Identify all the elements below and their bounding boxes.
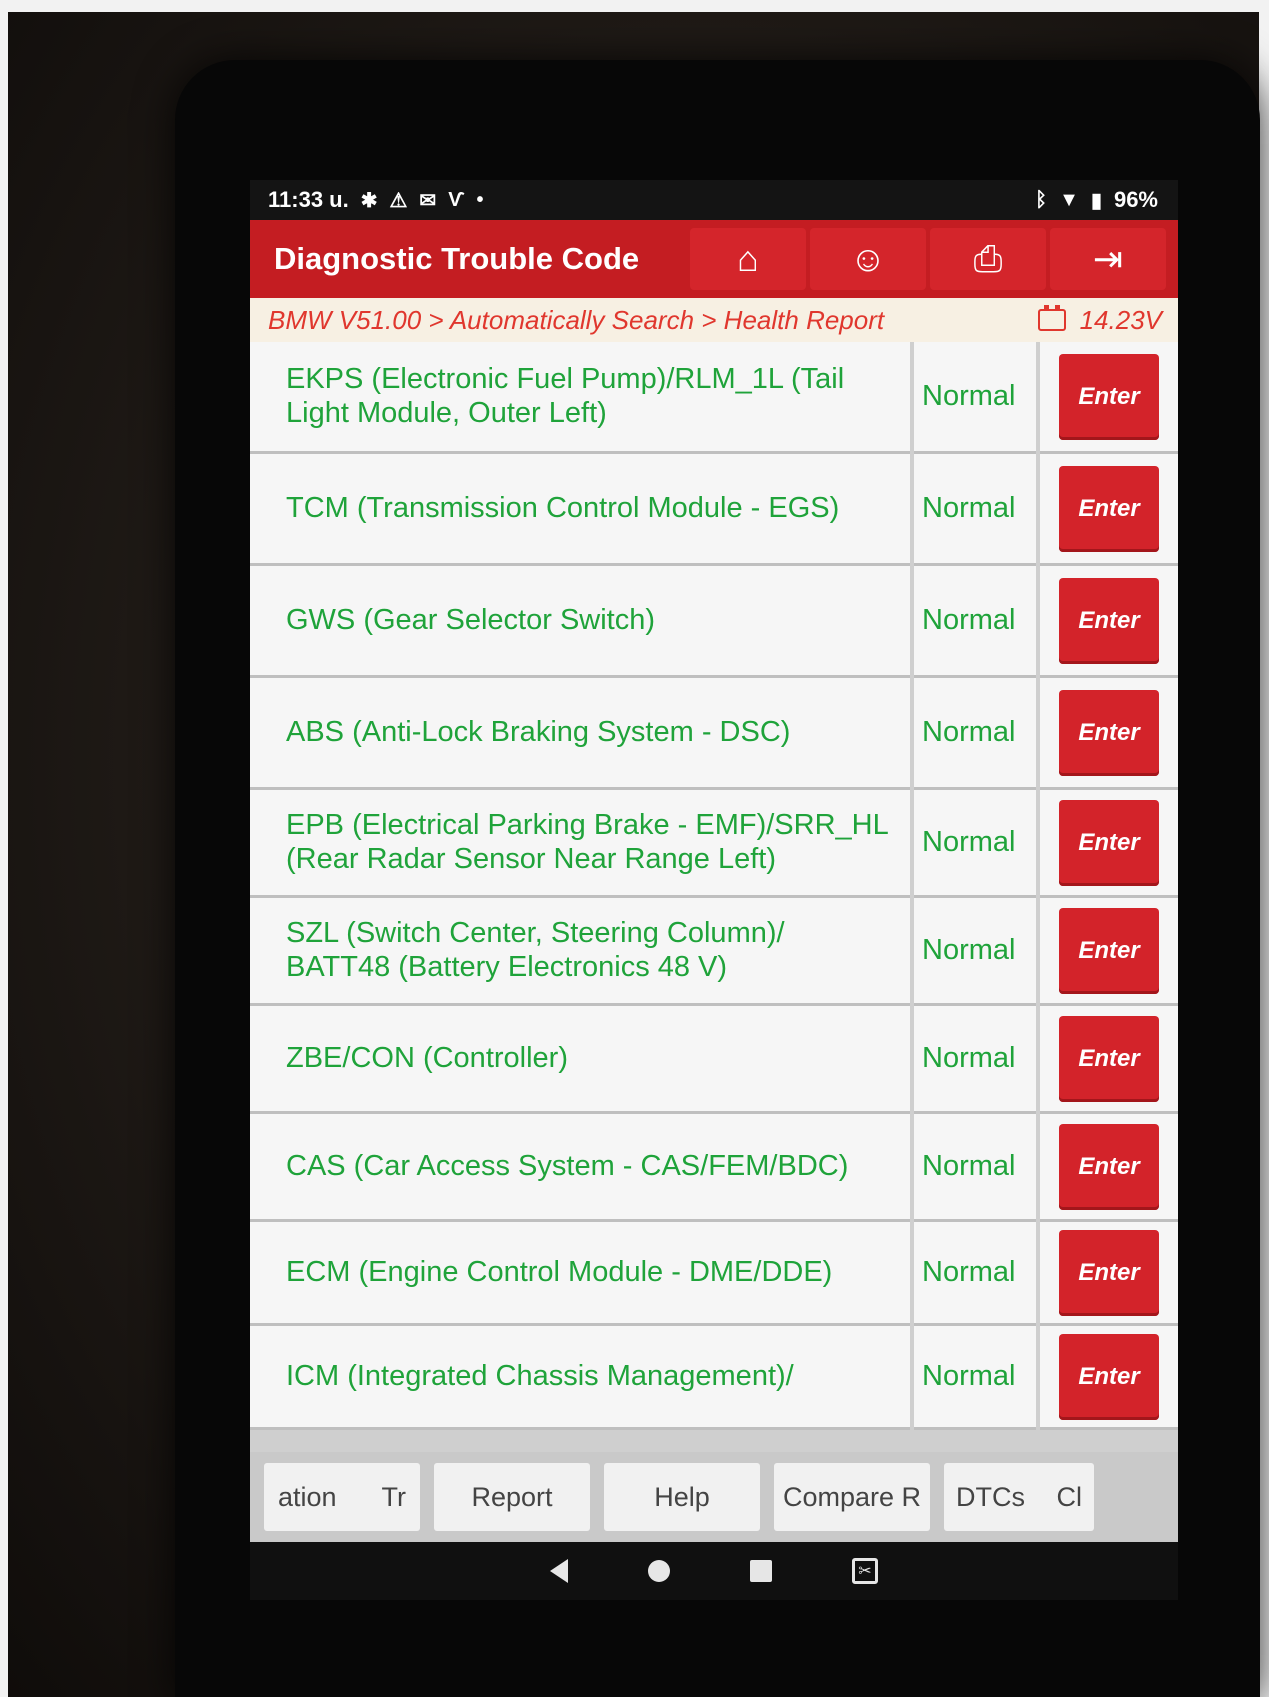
breadcrumb-path: BMW V51.00 > Automatically Search > Heal… — [268, 304, 885, 335]
recents-icon[interactable] — [750, 1560, 772, 1582]
support-button[interactable]: ☺ — [810, 228, 926, 290]
enter-button[interactable]: Enter — [1059, 1015, 1159, 1102]
module-name: ZBE/CON (Controller) — [250, 1006, 910, 1114]
module-status: Normal — [914, 1326, 1036, 1430]
table-row: GWS (Gear Selector Switch) Normal Enter — [250, 566, 1178, 678]
android-nav-bar: ✂ — [250, 1542, 1178, 1600]
voltage-value: 14.23V — [1079, 304, 1162, 335]
module-name: ABS (Anti-Lock Braking System - DSC) — [250, 678, 910, 790]
module-name: EKPS (Electronic Fuel Pump)/RLM_1L (Tail… — [250, 342, 910, 454]
table-row: ZBE/CON (Controller) Normal Enter — [250, 1006, 1178, 1114]
toolbar-label-b: Tr — [381, 1481, 406, 1512]
dot-icon: • — [476, 188, 484, 211]
module-status: Normal — [914, 790, 1036, 898]
module-name: ECM (Engine Control Module - DME/DDE) — [250, 1222, 910, 1326]
toolbar-button-partial-right[interactable]: DTCs Cl — [944, 1463, 1094, 1531]
home-circle-icon[interactable] — [648, 1560, 670, 1582]
module-status: Normal — [914, 454, 1036, 566]
home-icon: ⌂ — [737, 238, 759, 279]
enter-button[interactable]: Enter — [1059, 465, 1159, 552]
module-name: TCM (Transmission Control Module - EGS) — [250, 454, 910, 566]
photo-edge-top — [0, 0, 1269, 12]
compare-report-button[interactable]: Compare R — [774, 1463, 930, 1531]
toolbar-label-a: ation — [278, 1481, 337, 1512]
device-screen: 11:33 u. ✱ ⚠ ✉ Ѵ • ᛒ ▼ ▮ 96% Diagnostic … — [250, 180, 1178, 1600]
toolbar-label-clear: Cl — [1056, 1481, 1083, 1512]
enter-button[interactable]: Enter — [1059, 907, 1159, 994]
triangle-warning-icon: ⚠ — [389, 189, 408, 212]
toolbar-label-dtcs: DTCs — [956, 1481, 1025, 1512]
bluetooth-icon: ᛒ — [1035, 188, 1048, 211]
photo-edge-right — [1259, 0, 1269, 1697]
voltage-indicator: 14.23V — [1037, 304, 1162, 336]
enter-button[interactable]: Enter — [1059, 1123, 1159, 1210]
toolbar-button-partial-left[interactable]: ation Tr — [264, 1463, 420, 1531]
bottom-toolbar[interactable]: ation Tr Report Help Compare R DTCs Cl — [250, 1452, 1178, 1542]
status-time: 11:33 u. — [268, 187, 349, 212]
screenshot-icon[interactable]: ✂ — [852, 1558, 878, 1584]
wifi-icon: ▼ — [1059, 188, 1079, 211]
battery-level: 96% — [1113, 187, 1158, 212]
module-name: ICM (Integrated Chassis Management)/ — [250, 1326, 910, 1430]
module-status: Normal — [914, 898, 1036, 1006]
breadcrumb: BMW V51.00 > Automatically Search > Heal… — [250, 298, 1178, 342]
table-row: ICM (Integrated Chassis Management)/ Nor… — [250, 1326, 1178, 1430]
module-name: GWS (Gear Selector Switch) — [250, 566, 910, 678]
module-status: Normal — [914, 566, 1036, 678]
module-status: Normal — [914, 1006, 1036, 1114]
gmail-icon: ✉ — [419, 189, 437, 212]
module-list[interactable]: EKPS (Electronic Fuel Pump)/RLM_1L (Tail… — [250, 342, 1178, 1452]
table-row: EPB (Electrical Parking Brake - EMF)/SRR… — [250, 790, 1178, 898]
table-row: ECM (Engine Control Module - DME/DDE) No… — [250, 1222, 1178, 1326]
module-name: EPB (Electrical Parking Brake - EMF)/SRR… — [250, 790, 910, 898]
enter-button[interactable]: Enter — [1059, 353, 1159, 440]
page-title: Diagnostic Trouble Code — [274, 241, 640, 276]
table-row: TCM (Transmission Control Module - EGS) … — [250, 454, 1178, 566]
home-button[interactable]: ⌂ — [690, 228, 806, 290]
battery-icon: ▮ — [1090, 189, 1102, 212]
exit-button[interactable]: ⇥ — [1050, 228, 1166, 290]
enter-button[interactable]: Enter — [1059, 577, 1159, 664]
module-status: Normal — [914, 678, 1036, 790]
help-button[interactable]: Help — [604, 1463, 760, 1531]
enter-button[interactable]: Enter — [1059, 799, 1159, 886]
print-icon: ⎙ — [973, 237, 1003, 279]
exit-icon: ⇥ — [1092, 238, 1124, 279]
status-bar: 11:33 u. ✱ ⚠ ✉ Ѵ • ᛒ ▼ ▮ 96% — [250, 180, 1178, 220]
vci-icon: Ѵ — [448, 188, 465, 211]
table-row: EKPS (Electronic Fuel Pump)/RLM_1L (Tail… — [250, 342, 1178, 454]
table-row: CAS (Car Access System - CAS/FEM/BDC) No… — [250, 1114, 1178, 1222]
module-status: Normal — [914, 342, 1036, 454]
enter-button[interactable]: Enter — [1059, 1229, 1159, 1316]
module-name: CAS (Car Access System - CAS/FEM/BDC) — [250, 1114, 910, 1222]
table-row: ABS (Anti-Lock Braking System - DSC) Nor… — [250, 678, 1178, 790]
back-icon[interactable] — [550, 1559, 568, 1583]
report-button[interactable]: Report — [434, 1463, 590, 1531]
support-person-icon: ☺ — [849, 238, 887, 279]
module-status: Normal — [914, 1114, 1036, 1222]
enter-button[interactable]: Enter — [1059, 1333, 1159, 1420]
gear-icon: ✱ — [360, 189, 378, 212]
module-status: Normal — [914, 1222, 1036, 1326]
print-button[interactable]: ⎙ — [930, 228, 1046, 290]
app-header: Diagnostic Trouble Code ⌂ ☺ ⎙ ⇥ — [250, 220, 1178, 298]
photo-edge-left — [0, 0, 8, 1697]
enter-button[interactable]: Enter — [1059, 689, 1159, 776]
table-row: SZL (Switch Center, Steering Column)/ BA… — [250, 898, 1178, 1006]
battery-voltage-icon — [1037, 305, 1066, 331]
module-name: SZL (Switch Center, Steering Column)/ BA… — [250, 898, 910, 1006]
